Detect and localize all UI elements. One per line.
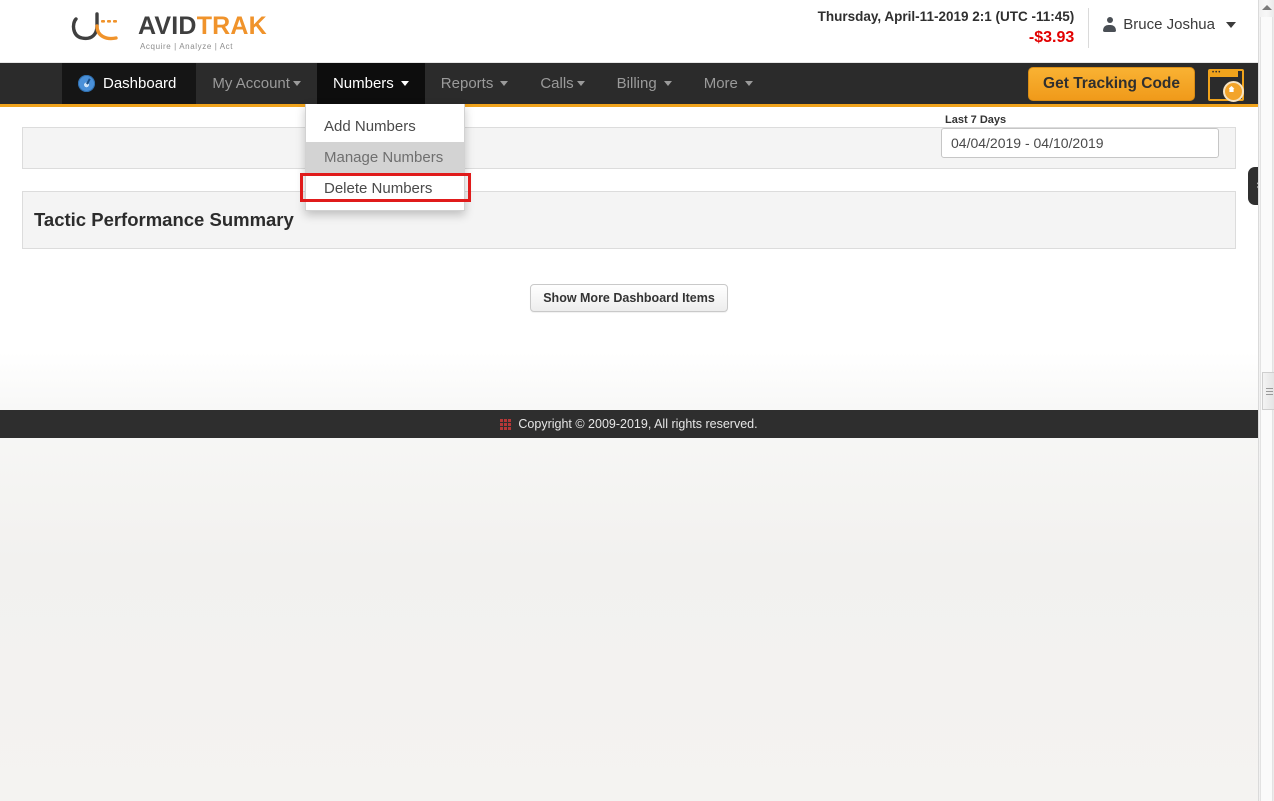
numbers-dropdown-menu: Add Numbers Manage Numbers Delete Number… [300,104,471,211]
logo-text-avid: AVID [138,12,197,40]
date-range-label: Last 7 Days [945,114,1007,126]
avidtrak-logo[interactable]: AVIDTRAK Acquire | Analyze | Act [70,6,267,54]
chevron-down-icon [744,81,753,86]
nav-item-reports[interactable]: Reports [424,63,525,104]
nav-label-dashboard: Dashboard [103,75,177,92]
account-balance: -$3.93 [1028,29,1075,46]
date-balance-block: Thursday, April-11-2019 2:1 (UTC -11:45)… [818,8,1090,48]
nav-label-my-account: My Account [212,75,290,92]
chevron-down-icon [400,81,409,86]
copyright-text: Copyright © 2009-2019, All rights reserv… [518,417,758,431]
website-home-icon[interactable]: ••• [1208,68,1244,102]
dropdown-item-manage-numbers-wrap: Manage Numbers [300,142,471,202]
nav-label-reports: Reports [440,75,494,92]
chevron-down-icon [500,81,509,86]
dropdown-item-add-numbers-wrap: Add Numbers [306,111,464,142]
dropdown-item-delete-numbers[interactable]: Delete Numbers [306,173,464,204]
filter-bar-panel: Last 7 Days [22,114,1236,169]
dropdown-item-add-numbers[interactable]: Add Numbers [306,111,464,142]
logo-text-trak: TRAK [196,12,267,40]
date-range-input[interactable] [941,128,1219,158]
logo-wordmark: AVIDTRAK [138,12,267,41]
nav-item-more[interactable]: More [687,63,769,104]
page-footer: Copyright © 2009-2019, All rights reserv… [0,410,1258,438]
tactic-performance-panel: Tactic Performance Summary [22,191,1236,249]
nav-label-more: More [703,75,738,92]
footer-content: Copyright © 2009-2019, All rights reserv… [500,417,758,431]
browser-viewport: AVIDTRAK Acquire | Analyze | Act Thursda… [0,0,1258,801]
nav-label-calls: Calls [540,75,574,92]
scrollbar-thumb[interactable] [1262,372,1274,410]
nav-item-my-account[interactable]: My Account [196,63,317,104]
show-more-container: Show More Dashboard Items [22,284,1236,312]
current-datetime: Thursday, April-11-2019 2:1 (UTC -11:45) [817,9,1075,24]
nav-right-group: Get Tracking Code ••• [1028,63,1258,104]
header-right-group: Thursday, April-11-2019 2:1 (UTC -11:45)… [818,8,1236,48]
show-more-dashboard-items-button[interactable]: Show More Dashboard Items [530,284,728,312]
get-tracking-code-button[interactable]: Get Tracking Code [1028,66,1195,101]
dropdown-item-delete-numbers-wrap: Delete Numbers [306,173,464,204]
scrollbar-track[interactable] [1260,17,1274,801]
nav-item-billing[interactable]: Billing [600,63,688,104]
logo-tagline: Acquire | Analyze | Act [140,42,234,51]
page-header: AVIDTRAK Acquire | Analyze | Act Thursda… [0,0,1258,63]
window-dots-icon: ••• [1212,70,1222,76]
chevron-down-icon [663,81,672,86]
chevron-down-icon [292,81,301,86]
nav-label-billing: Billing [616,75,657,92]
home-badge-icon [1223,80,1244,102]
dashboard-gauge-icon [78,75,95,92]
nav-item-numbers[interactable]: Numbers [316,63,425,104]
date-range-picker: Last 7 Days [941,114,1219,158]
user-icon [1103,17,1117,32]
user-name-label: Bruce Joshua [1123,16,1215,33]
nav-items: Dashboard My Account Numbers Reports Cal… [62,63,769,104]
nav-label-numbers: Numbers [332,75,394,92]
scrollbar-grip-icon [1266,388,1273,395]
logo-mark-icon [71,12,118,41]
dropdown-item-manage-numbers[interactable]: Manage Numbers [306,142,464,173]
chevron-down-icon [1226,21,1236,28]
grid-icon [500,418,512,430]
nav-item-dashboard[interactable]: Dashboard [62,63,197,104]
user-menu[interactable]: Bruce Joshua [1089,8,1236,33]
tactic-performance-title: Tactic Performance Summary [34,209,294,230]
main-navigation: Dashboard My Account Numbers Reports Cal… [0,63,1258,211]
nav-item-calls[interactable]: Calls [524,63,601,104]
main-content: Last 7 Days Tactic Performance Summary ⚙… [0,114,1258,379]
chevron-down-icon [576,81,585,86]
settings-gear-tab[interactable]: ⚙ [1248,167,1258,205]
browser-scrollbar[interactable] [1258,0,1274,801]
gear-icon: ⚙ [1255,177,1258,196]
scroll-up-arrow-icon[interactable] [1262,5,1272,10]
